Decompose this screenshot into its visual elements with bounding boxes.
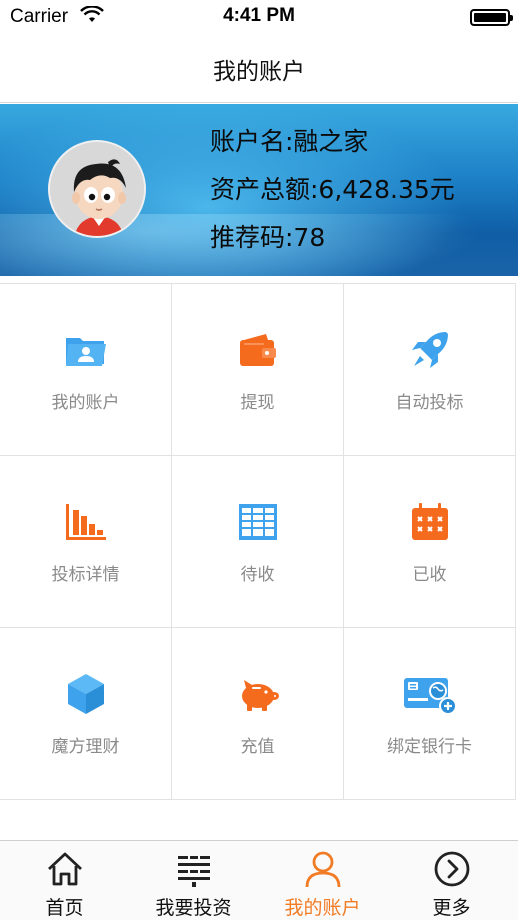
list-icon (174, 849, 214, 889)
menu-label: 魔方理财 (51, 737, 120, 757)
menu-label: 投标详情 (51, 565, 120, 585)
tab-home[interactable]: 首页 (0, 841, 129, 920)
menu-label: 充值 (240, 737, 275, 757)
battery-icon (470, 9, 513, 26)
table-icon (236, 500, 280, 544)
tab-more[interactable]: 更多 (387, 841, 516, 920)
tab-label: 更多 (432, 897, 471, 919)
menu-item-received[interactable]: 已收 (344, 456, 516, 628)
piggy-bank-icon (236, 672, 280, 716)
nav-bar: 我的账户 (0, 36, 518, 103)
avatar[interactable] (48, 140, 146, 238)
tab-my-account[interactable]: 我的账户 (258, 841, 387, 920)
tab-label: 我要投资 (155, 897, 232, 919)
menu-item-withdraw[interactable]: 提现 (172, 284, 344, 456)
cube-icon (64, 672, 108, 716)
menu-item-bind-card[interactable]: 绑定银行卡 (344, 628, 516, 800)
menu-label: 自动投标 (395, 393, 464, 413)
rocket-icon (408, 328, 452, 372)
menu-label: 绑定银行卡 (387, 737, 472, 757)
tab-label: 我的账户 (284, 897, 361, 919)
tab-bar: 首页 我要投资 我的账户 更多 (0, 840, 518, 920)
menu-label: 已收 (412, 565, 447, 585)
account-info: 账户名:融之家 资产总额:6,428.35元 推荐码:78 (210, 118, 455, 262)
page-title: 我的账户 (213, 59, 305, 85)
tab-invest[interactable]: 我要投资 (129, 841, 258, 920)
bank-card-icon (402, 672, 458, 716)
menu-item-auto-bid[interactable]: 自动投标 (344, 284, 516, 456)
total-assets: 资产总额:6,428.35元 (210, 175, 455, 204)
menu-item-recharge[interactable]: 充值 (172, 628, 344, 800)
menu-item-bid-details[interactable]: 投标详情 (0, 456, 172, 628)
menu-grid: 我的账户 提现 自动投标 投标详情 待收 已收 魔方理财 充值 绑定银行卡 (0, 283, 516, 800)
menu-item-pending[interactable]: 待收 (172, 456, 344, 628)
referral-code: 推荐码:78 (210, 223, 326, 252)
status-time: 4:41 PM (223, 5, 295, 26)
menu-label: 待收 (240, 565, 275, 585)
chevron-circle-icon (432, 849, 472, 889)
profile-banner: 账户名:融之家 资产总额:6,428.35元 推荐码:78 (0, 104, 518, 276)
menu-label: 我的账户 (51, 393, 120, 413)
avatar-cartoon-boy-icon (50, 142, 144, 236)
user-icon (303, 849, 343, 889)
menu-item-cube-finance[interactable]: 魔方理财 (0, 628, 172, 800)
bar-chart-icon (64, 500, 108, 544)
wallet-icon (236, 328, 280, 372)
folder-user-icon (64, 328, 108, 372)
menu-item-my-account[interactable]: 我的账户 (0, 284, 172, 456)
account-name: 账户名:融之家 (210, 127, 369, 156)
home-icon (45, 849, 85, 889)
menu-label: 提现 (240, 393, 275, 413)
status-bar: Carrier 4:41 PM (0, 0, 518, 36)
calendar-icon (408, 500, 452, 544)
tab-label: 首页 (45, 897, 84, 919)
